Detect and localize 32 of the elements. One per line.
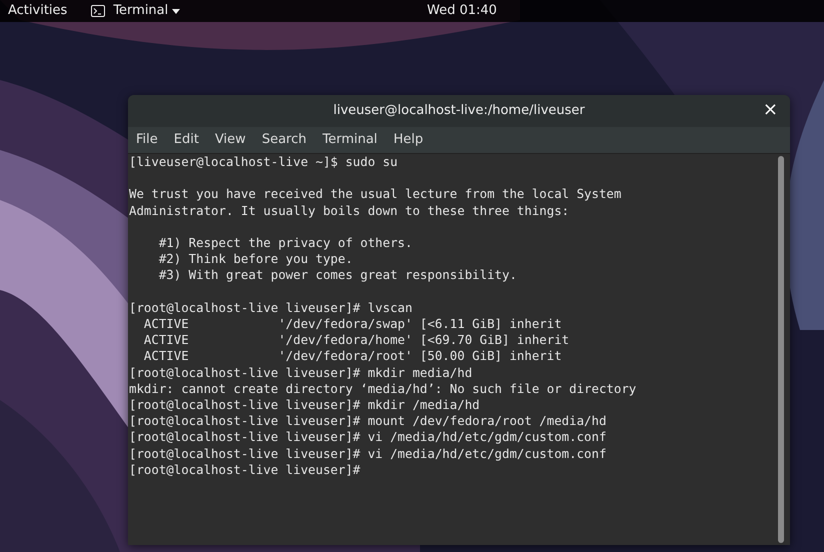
scrollbar-thumb[interactable] xyxy=(778,156,784,543)
terminal-line: [root@localhost-live liveuser]# xyxy=(129,462,362,478)
close-button[interactable]: × xyxy=(758,101,782,119)
terminal-line: ACTIVE '/dev/fedora/root' [50.00 GiB] inherit xyxy=(142,348,563,365)
caret-icon xyxy=(172,8,180,14)
terminal-line: [liveuser@localhost-live ~]$ sudo su xyxy=(129,154,399,170)
menu-item[interactable]: Search xyxy=(254,127,314,153)
terminal-line: ACTIVE '/dev/fedora/home' [<69.70 GiB] inherit xyxy=(142,332,570,348)
menu-item[interactable]: Terminal xyxy=(314,127,386,153)
terminal-line: [root@localhost-live liveuser]# mount /dev/fedora/root /media/hd xyxy=(129,413,608,430)
terminal-line: [root@localhost-live liveuser]# vi /media/hd/etc/gdm/custom.conf xyxy=(129,429,608,446)
terminal-line: ACTIVE '/dev/fedora/swap' [<6.11 GiB] inherit xyxy=(142,316,563,332)
terminal-line: Administrator. It usually boils down to these three things: xyxy=(129,202,570,219)
terminal-icon xyxy=(91,5,106,17)
terminal-line: #2) Think before you type. xyxy=(158,251,354,268)
terminal-line: mkdir: cannot create directory ‘media/hd’: No such file or directory xyxy=(129,380,638,397)
activities-button[interactable]: Activities xyxy=(8,1,68,21)
terminal-line: #3) With great power comes great responsibility. xyxy=(158,267,518,284)
menu-item[interactable]: View xyxy=(206,127,254,153)
app-name: Terminal xyxy=(113,2,168,20)
terminal-line: [root@localhost-live liveuser]# mkdir /media/hd xyxy=(129,397,481,414)
menu-item[interactable]: Help xyxy=(385,127,432,153)
app-menu[interactable]: Terminal xyxy=(91,1,180,21)
terminal-line: We trust you have received the usual lecture from the local System xyxy=(129,186,622,203)
menu-item[interactable]: Edit xyxy=(166,127,207,153)
clock[interactable]: Wed 01:40 xyxy=(427,1,497,21)
terminal-line: [root@localhost-live liveuser]# lvscan xyxy=(129,300,414,316)
window-title: liveuser@localhost-live:/home/liveuser xyxy=(333,102,585,120)
terminal-line: #1) Respect the privacy of others. xyxy=(158,234,414,252)
terminal-line: [root@localhost-live liveuser]# mkdir media/hd xyxy=(129,364,474,381)
menu-item[interactable]: File xyxy=(128,127,166,153)
terminal-line: [root@localhost-live liveuser]# vi /media/hd/etc/gdm/custom.conf xyxy=(129,446,608,462)
